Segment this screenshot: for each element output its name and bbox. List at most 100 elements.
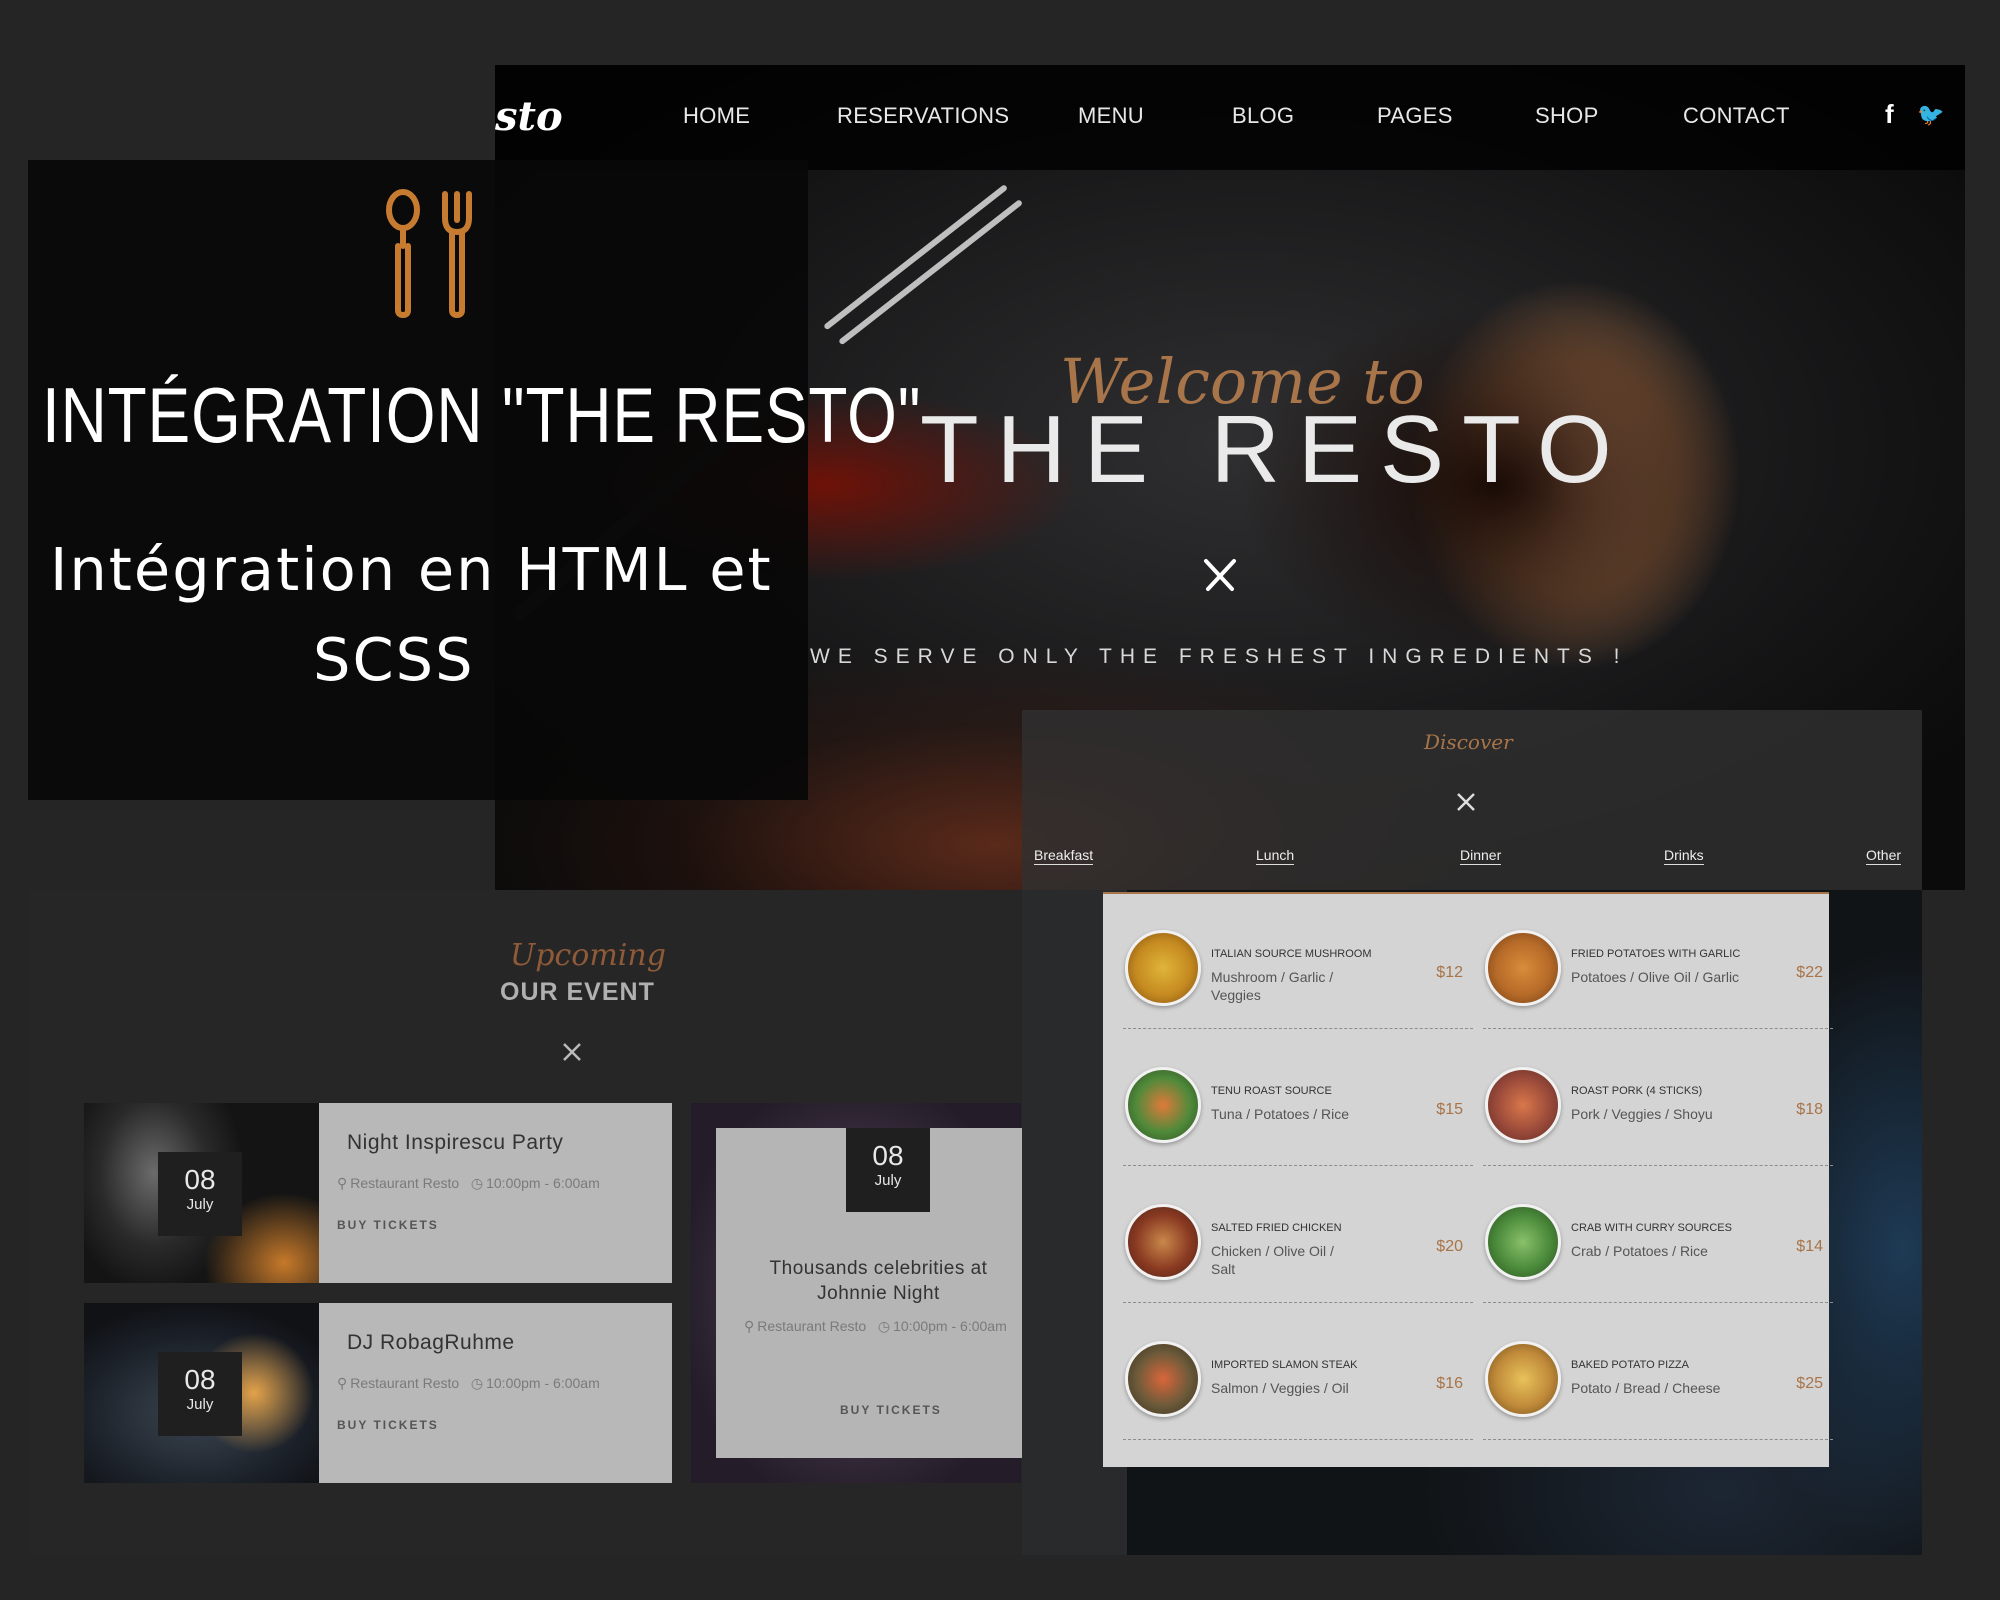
event-meta: ⚲ Restaurant Resto ◷ 10:00pm - 6:00am	[337, 1175, 600, 1192]
dish-desc: Chicken / Olive Oil / Salt	[1211, 1243, 1334, 1277]
dish-desc: Pork / Veggies / Shoyu	[1571, 1106, 1713, 1122]
event-card[interactable]: Night Inspirescu Party ⚲ Restaurant Resto…	[319, 1103, 672, 1283]
dish-image	[1485, 1204, 1561, 1280]
menu-item[interactable]: IMPORTED SLAMON STEAK Salmon / Veggies /…	[1123, 1305, 1473, 1440]
nav-home[interactable]: HOME	[683, 103, 750, 129]
event-name[interactable]: DJ RobagRuhme	[347, 1331, 515, 1355]
event-month: July	[186, 1196, 214, 1213]
nav-pages[interactable]: PAGES	[1377, 103, 1453, 129]
discover-title: Discover	[1424, 730, 1513, 754]
upcoming-script: Upcoming	[510, 938, 666, 973]
event-date: 08 July	[158, 1352, 242, 1436]
dish-price: $14	[1796, 1238, 1823, 1255]
cutlery-icon	[1457, 793, 1475, 811]
event-card[interactable]: DJ RobagRuhme ⚲ Restaurant Resto ◷ 10:00pm…	[319, 1303, 672, 1483]
dish-image	[1125, 1341, 1201, 1417]
event-time: 10:00pm - 6:00am	[893, 1318, 1007, 1334]
dish-name: TENU ROAST SOURCE	[1211, 1085, 1332, 1097]
nav-blog[interactable]: BLOG	[1232, 103, 1294, 129]
event-month: July	[186, 1396, 214, 1413]
discover-panel: Discover Breakfast Lunch Dinner Drinks O…	[1022, 710, 1922, 890]
facebook-icon[interactable]: f	[1885, 99, 1894, 130]
menu-item[interactable]: TENU ROAST SOURCE Tuna / Potatoes / Rice…	[1123, 1031, 1473, 1166]
spoon-fork-icon	[386, 189, 472, 318]
site-logo[interactable]: sto	[495, 93, 563, 140]
dish-name: FRIED POTATOES WITH GARLIC	[1571, 948, 1741, 960]
menu-item[interactable]: ROAST PORK (4 STICKS) Pork / Veggies / S…	[1483, 1031, 1833, 1166]
event-day: 08	[184, 1364, 216, 1395]
event-meta: ⚲ Restaurant Resto ◷ 10:00pm - 6:00am	[337, 1375, 600, 1392]
event-card[interactable]: 08 July Thousands celebrities at Johnnie…	[716, 1128, 1026, 1458]
dish-price: $12	[1436, 964, 1463, 981]
discover-breakfast[interactable]: Breakfast	[1034, 847, 1094, 865]
menu-item[interactable]: CRAB WITH CURRY SOURCES Crab / Potatoes …	[1483, 1168, 1833, 1303]
discover-dinner[interactable]: Dinner	[1460, 847, 1502, 865]
dish-image	[1485, 930, 1561, 1006]
dish-price: $20	[1436, 1238, 1463, 1255]
event-day: 08	[184, 1164, 216, 1195]
dish-desc: Potato / Bread / Cheese	[1571, 1380, 1721, 1396]
event-time: 10:00pm - 6:00am	[486, 1375, 600, 1391]
menu-item[interactable]: SALTED FRIED CHICKEN Chicken / Olive Oil…	[1123, 1168, 1473, 1303]
nav-shop[interactable]: SHOP	[1535, 103, 1599, 129]
dish-image	[1485, 1067, 1561, 1143]
events-heading: OUR EVENT	[500, 978, 655, 1006]
dish-desc: Potatoes / Olive Oil / Garlic	[1571, 969, 1740, 985]
fork-tine-2	[838, 199, 1024, 346]
dish-image	[1485, 1341, 1561, 1417]
event-date: 08 July	[846, 1128, 930, 1212]
event-day: 08	[872, 1140, 904, 1171]
nav-menu[interactable]: MENU	[1078, 103, 1144, 129]
hero-tagline: WE SERVE ONLY THE FRESHEST INGREDIENTS !	[810, 645, 1628, 668]
overlay-subtitle-line2: SCSS	[313, 625, 475, 694]
location-pin-icon: ⚲	[337, 1375, 348, 1391]
event-name[interactable]: Thousands celebrities at Johnnie Night	[756, 1256, 1001, 1306]
dish-price: $15	[1436, 1101, 1463, 1118]
dish-price: $16	[1436, 1375, 1463, 1392]
dish-name: CRAB WITH CURRY SOURCES	[1571, 1222, 1732, 1234]
event-place: Restaurant Resto	[350, 1175, 460, 1191]
dish-name: BAKED POTATO PIZZA	[1571, 1359, 1689, 1371]
buy-tickets-button[interactable]: BUY TICKETS	[337, 1218, 439, 1232]
dish-image	[1125, 1204, 1201, 1280]
clock-icon: ◷	[470, 1175, 484, 1191]
dish-desc: Crab / Potatoes / Rice	[1571, 1243, 1708, 1259]
dish-image	[1125, 930, 1201, 1006]
dish-price: $25	[1796, 1375, 1823, 1392]
dish-desc: Mushroom / Garlic / Veggies	[1211, 969, 1334, 1003]
events-section: Upcoming OUR EVENT 08 July Night Inspire…	[28, 890, 1028, 1555]
event-date: 08 July	[158, 1152, 242, 1236]
location-pin-icon: ⚲	[337, 1175, 348, 1191]
menu-card: ITALIAN SOURCE MUSHROOM Mushroom / Garli…	[1103, 892, 1833, 1467]
location-pin-icon: ⚲	[744, 1318, 755, 1334]
twitter-icon[interactable]: 🐦	[1917, 102, 1944, 128]
dish-price: $18	[1796, 1101, 1823, 1118]
buy-tickets-button[interactable]: BUY TICKETS	[840, 1403, 942, 1417]
fork-tine-1	[823, 184, 1009, 331]
menu-item[interactable]: FRIED POTATOES WITH GARLIC Potatoes / Ol…	[1483, 894, 1833, 1029]
cutlery-icon	[563, 1043, 581, 1061]
dish-image	[1125, 1067, 1201, 1143]
discover-other[interactable]: Other	[1866, 847, 1902, 865]
event-month: July	[874, 1172, 902, 1189]
dish-desc: Tuna / Potatoes / Rice	[1211, 1106, 1349, 1122]
dish-name: ITALIAN SOURCE MUSHROOM	[1211, 948, 1372, 960]
buy-tickets-button[interactable]: BUY TICKETS	[337, 1418, 439, 1432]
nav-contact[interactable]: CONTACT	[1683, 103, 1790, 129]
event-time: 10:00pm - 6:00am	[486, 1175, 600, 1191]
navbar: sto HOME RESERVATIONS MENU BLOG PAGES SH…	[495, 65, 1965, 170]
dish-name: ROAST PORK (4 STICKS)	[1571, 1085, 1703, 1097]
dish-name: SALTED FRIED CHICKEN	[1211, 1222, 1342, 1234]
nav-reservations[interactable]: RESERVATIONS	[837, 103, 1009, 129]
dish-desc: Salmon / Veggies / Oil	[1211, 1380, 1349, 1396]
overlay-title: INTÉGRATION "THE RESTO"	[42, 371, 922, 459]
event-place: Restaurant Resto	[350, 1375, 460, 1391]
menu-item[interactable]: ITALIAN SOURCE MUSHROOM Mushroom / Garli…	[1123, 894, 1473, 1029]
clock-icon: ◷	[470, 1375, 484, 1391]
event-name[interactable]: Night Inspirescu Party	[347, 1131, 563, 1155]
menu-item[interactable]: BAKED POTATO PIZZA Potato / Bread / Chee…	[1483, 1305, 1833, 1440]
dish-name: IMPORTED SLAMON STEAK	[1211, 1359, 1358, 1371]
discover-drinks[interactable]: Drinks	[1664, 847, 1704, 865]
title-overlay: INTÉGRATION "THE RESTO" Intégration en H…	[28, 160, 920, 800]
discover-lunch[interactable]: Lunch	[1256, 847, 1295, 865]
